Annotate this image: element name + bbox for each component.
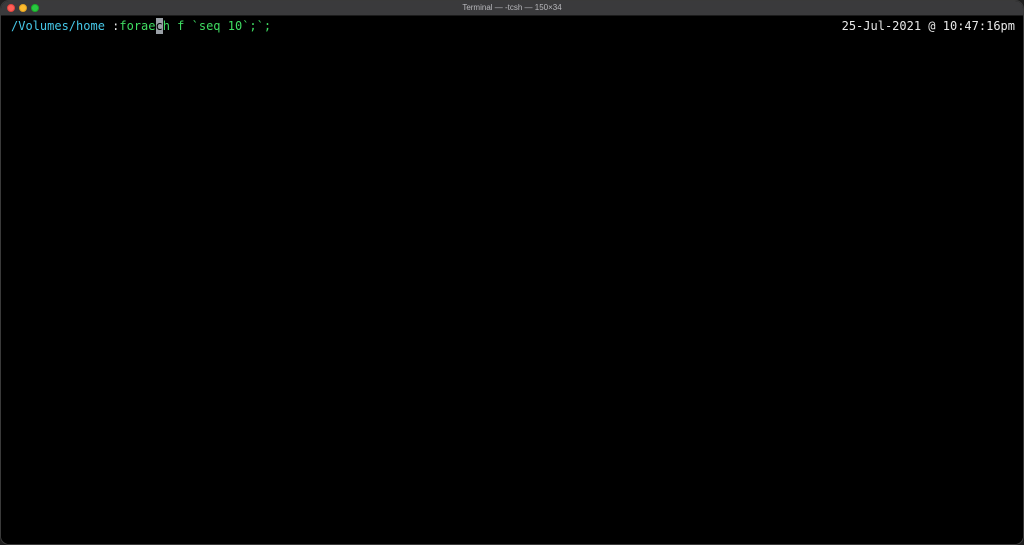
prompt-line: /Volumes/home :foraech f `seq 10`;`; (11, 18, 271, 34)
current-directory: /Volumes/home (11, 19, 105, 33)
terminal-content[interactable]: /Volumes/home :foraech f `seq 10`;`; 25-… (1, 16, 1023, 544)
command-text-before-cursor: forae (119, 19, 156, 33)
text-cursor: c (155, 18, 163, 34)
prompt-datetime: 25-Jul-2021 @ 10:47:16pm (841, 19, 1015, 33)
window-title: Terminal — -tcsh — 150×34 (462, 3, 562, 12)
command-text-after-cursor: h f `seq 10`;`; (162, 19, 272, 33)
title-bar[interactable]: Terminal — -tcsh — 150×34 (1, 1, 1023, 16)
terminal-window: Terminal — -tcsh — 150×34 /Volumes/home … (0, 0, 1024, 545)
prompt-separator: : (104, 19, 120, 33)
